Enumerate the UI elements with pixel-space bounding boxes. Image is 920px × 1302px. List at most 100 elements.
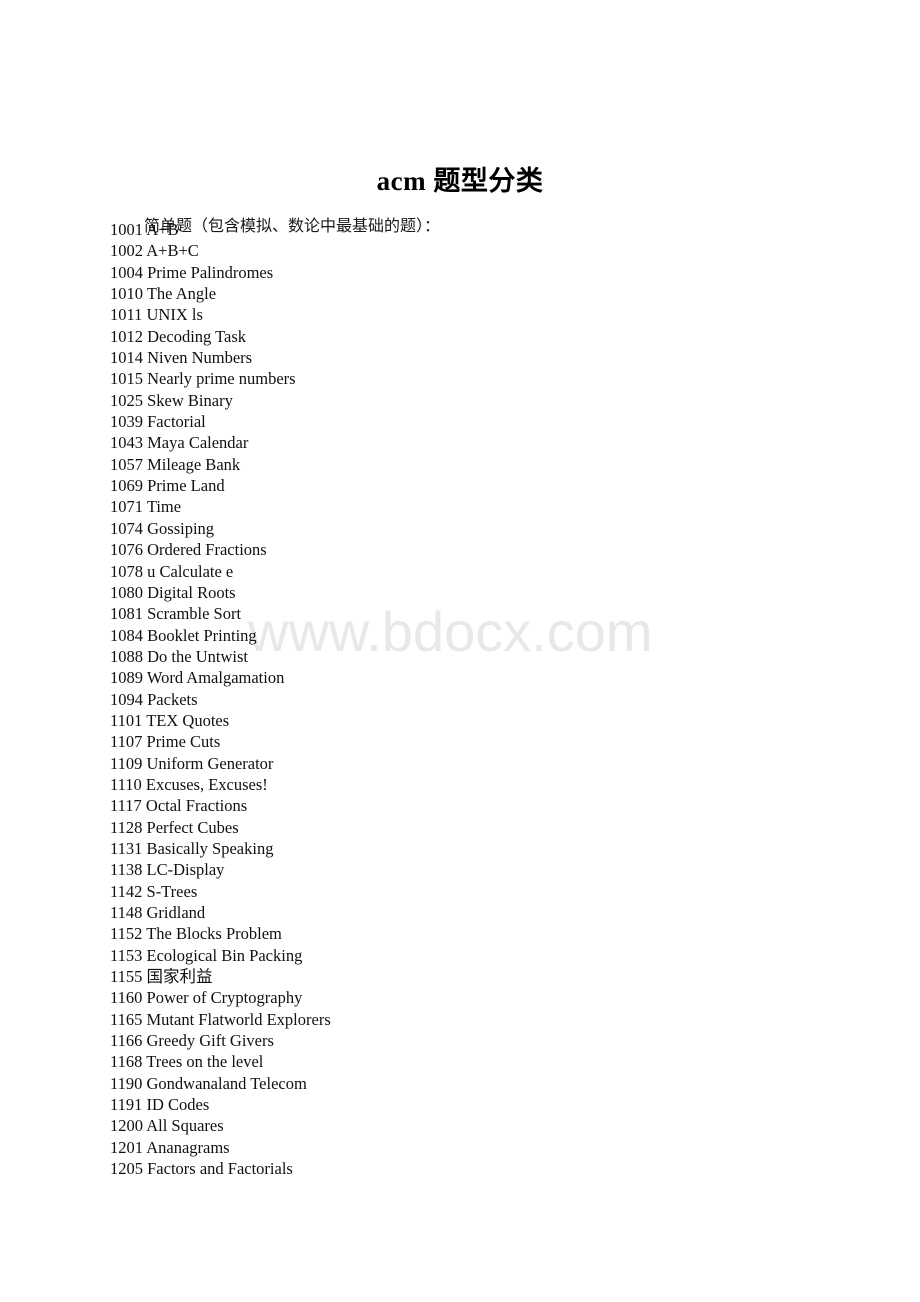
problem-title: u Calculate e: [147, 561, 234, 581]
problem-title: Uniform Generator: [146, 753, 274, 773]
problem-id: 1160: [110, 988, 143, 1008]
list-item: 1152 The Blocks Problem: [110, 923, 331, 944]
problem-title: Trees on the level: [146, 1052, 264, 1072]
problem-title: Skew Binary: [147, 390, 233, 410]
list-item: 1078 u Calculate e: [110, 561, 331, 582]
problem-title: Time: [146, 497, 182, 517]
list-item: 1081 Scramble Sort: [110, 603, 331, 624]
problem-id: 1089: [110, 668, 143, 688]
problem-title: Mileage Bank: [147, 454, 241, 474]
problem-title: Booklet Printing: [147, 625, 257, 645]
problem-title: Basically Speaking: [146, 838, 274, 858]
list-item: 1043 Maya Calendar: [110, 432, 331, 453]
problem-title: Packets: [147, 689, 198, 709]
list-item: 1025 Skew Binary: [110, 390, 331, 411]
list-item: 1148 Gridland: [110, 902, 331, 923]
problem-id: 1107: [110, 732, 143, 752]
list-item: 1088 Do the Untwist: [110, 646, 331, 667]
problem-id: 1155: [110, 967, 143, 987]
problem-title: Scramble Sort: [147, 604, 242, 624]
problem-id: 1043: [110, 433, 143, 453]
list-item: 1117 Octal Fractions: [110, 795, 331, 816]
list-item: 1080 Digital Roots: [110, 582, 331, 603]
problem-id: 1076: [110, 540, 143, 560]
list-item: 1155 国家利益: [110, 966, 331, 987]
problem-title: ID Codes: [146, 1095, 210, 1115]
list-item: 1012 Decoding Task: [110, 326, 331, 347]
problem-title: All Squares: [146, 1116, 224, 1136]
problem-id: 1001: [110, 220, 143, 239]
problem-title: Maya Calendar: [147, 433, 249, 453]
list-item: 1004 Prime Palindromes: [110, 262, 331, 283]
problem-id: 1012: [110, 326, 143, 346]
list-item: 1166 Greedy Gift Givers: [110, 1030, 331, 1051]
problem-title: LC-Display: [146, 860, 225, 880]
list-item: 1200 All Squares: [110, 1115, 331, 1136]
problem-title: Prime Land: [147, 476, 225, 496]
list-item: 1165 Mutant Flatworld Explorers: [110, 1009, 331, 1030]
problem-title: Prime Cuts: [146, 732, 221, 752]
problem-id: 1015: [110, 369, 143, 389]
list-item: 1089 Word Amalgamation: [110, 667, 331, 688]
problem-id: 1080: [110, 582, 143, 602]
problem-list: 1001 A+B 1002 A+B+C 1004 Prime Palindromes…: [110, 219, 331, 1179]
problem-id: 1166: [110, 1031, 143, 1051]
list-item: 1076 Ordered Fractions: [110, 539, 331, 560]
problem-title: S-Trees: [146, 881, 198, 901]
list-item: 1074 Gossiping: [110, 518, 331, 539]
problem-id: 1074: [110, 518, 143, 538]
problem-id: 1109: [110, 753, 143, 773]
problem-title: Excuses, Excuses!: [145, 774, 268, 794]
problem-id: 1110: [110, 774, 142, 794]
problem-title: UNIX ls: [146, 305, 203, 325]
document-content: acm 题型分类 简单题（包含模拟、数论中最基础的题）： 1001 A+B 100…: [0, 0, 920, 1302]
list-item: 1128 Perfect Cubes: [110, 817, 331, 838]
problem-title: Gondwanaland Telecom: [146, 1073, 307, 1093]
problem-title: Do the Untwist: [147, 646, 248, 666]
problem-title: Perfect Cubes: [146, 817, 239, 837]
problem-id: 1168: [110, 1052, 143, 1072]
list-item: 1094 Packets: [110, 689, 331, 710]
list-item: 1190 Gondwanaland Telecom: [110, 1073, 331, 1094]
list-item: 1002 A+B+C: [110, 240, 331, 261]
list-item: 1014 Niven Numbers: [110, 347, 331, 368]
list-item: 1001 A+B: [110, 219, 331, 240]
problem-id: 1004: [110, 262, 143, 282]
problem-id: 1148: [110, 903, 143, 922]
problem-id: 1069: [110, 476, 143, 496]
problem-id: 1081: [110, 604, 143, 624]
problem-title: Prime Palindromes: [147, 262, 274, 282]
list-item: 1138 LC-Display: [110, 859, 331, 880]
problem-id: 1002: [110, 241, 143, 261]
problem-title: Mutant Flatworld Explorers: [146, 1009, 331, 1029]
list-item: 1071 Time: [110, 496, 331, 517]
problem-id: 1011: [110, 305, 143, 325]
problem-title: Nearly prime numbers: [147, 369, 296, 389]
problem-id: 1117: [110, 796, 142, 816]
list-item: 1205 Factors and Factorials: [110, 1158, 331, 1179]
problem-id: 1088: [110, 646, 143, 666]
list-item: 1131 Basically Speaking: [110, 838, 331, 859]
problem-title: Digital Roots: [147, 582, 236, 602]
list-item: 1153 Ecological Bin Packing: [110, 945, 331, 966]
problem-title: TEX Quotes: [146, 710, 230, 730]
problem-id: 1205: [110, 1159, 143, 1179]
problem-title: Greedy Gift Givers: [146, 1031, 274, 1051]
problem-id: 1190: [110, 1073, 143, 1093]
problem-id: 1078: [110, 561, 143, 581]
problem-id: 1142: [110, 881, 143, 901]
problem-title: Gossiping: [147, 518, 215, 538]
problem-id: 1128: [110, 817, 143, 837]
problem-title: The Blocks Problem: [146, 924, 282, 944]
problem-id: 1039: [110, 412, 143, 432]
problem-id: 1084: [110, 625, 143, 645]
problem-id: 1138: [110, 860, 143, 880]
problem-title: Octal Fractions: [145, 796, 248, 816]
page-title: acm 题型分类: [376, 166, 544, 197]
problem-title: Ordered Fractions: [147, 540, 267, 560]
list-item: 1010 The Angle: [110, 283, 331, 304]
problem-id: 1057: [110, 454, 143, 474]
problem-id: 1201: [110, 1137, 143, 1157]
problem-id: 1200: [110, 1116, 143, 1136]
problem-id: 1131: [110, 838, 143, 858]
